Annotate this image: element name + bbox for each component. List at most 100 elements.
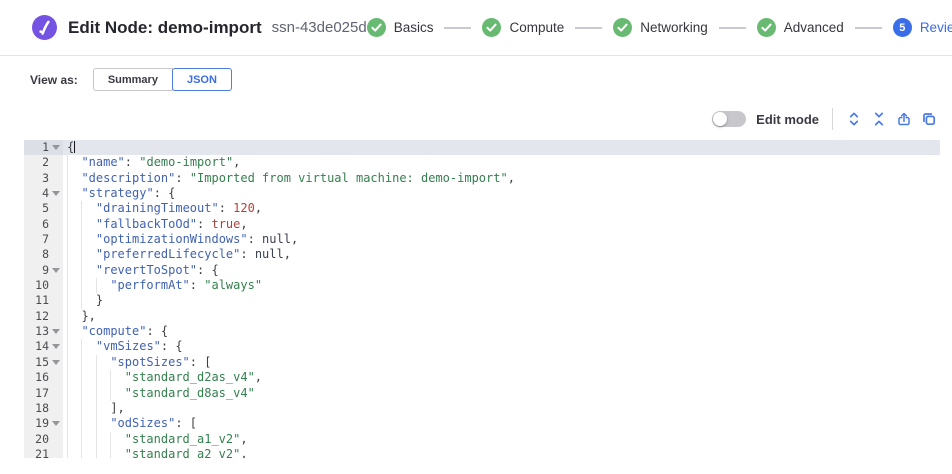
indent-guide (96, 278, 110, 293)
line-number: 9 (24, 263, 63, 278)
indent-guide (67, 247, 81, 262)
check-icon (757, 18, 776, 37)
token-s: "always" (204, 278, 262, 292)
line-number: 1 (24, 140, 63, 155)
code-text[interactable]: "standard_a2_v2", (63, 447, 940, 458)
code-text[interactable]: "performAt": "always" (63, 278, 940, 293)
token-k: "drainingTimeout" (96, 201, 219, 215)
indent-guide (96, 370, 110, 385)
export-icon[interactable] (896, 111, 912, 127)
token-k: "performAt" (110, 278, 189, 292)
line-number: 3 (24, 171, 63, 186)
code-line: 8"preferredLifecycle": null, (24, 247, 940, 262)
collapse-all-icon[interactable] (871, 111, 887, 127)
indent-guide (81, 278, 95, 293)
code-text[interactable]: "fallbackToOd": true, (63, 217, 940, 232)
check-icon (367, 18, 386, 37)
token-k: "spotSizes" (110, 355, 189, 369)
fold-toggle-icon[interactable] (52, 145, 60, 150)
step-networking[interactable]: Networking (613, 18, 708, 37)
spot-logo-icon (32, 15, 57, 40)
indent-guide (81, 201, 95, 216)
token-p: , (255, 201, 262, 215)
text-cursor (74, 141, 75, 153)
fold-toggle-icon[interactable] (52, 329, 60, 334)
line-number: 18 (24, 401, 63, 416)
token-p: : [ (175, 416, 197, 430)
view-as-label: View as: (30, 73, 78, 87)
step-label: Advanced (784, 20, 844, 35)
step-connector (444, 27, 471, 29)
token-p: : (219, 201, 233, 215)
line-number: 11 (24, 293, 63, 308)
code-text[interactable]: "spotSizes": [ (63, 355, 940, 370)
code-text[interactable]: "vmSizes": { (63, 339, 940, 354)
json-code-editor[interactable]: 1{2"name": "demo-import",3"description":… (24, 140, 940, 458)
expand-all-icon[interactable] (846, 111, 862, 127)
indent-guide (67, 401, 81, 416)
indent-guide (81, 247, 95, 262)
code-text[interactable]: "name": "demo-import", (63, 155, 940, 170)
token-p: ], (110, 401, 124, 415)
indent-guide (67, 339, 81, 354)
code-text[interactable]: }, (63, 309, 940, 324)
line-number: 15 (24, 355, 63, 370)
page-header: Edit Node: demo-import ssn-43de025d Basi… (0, 0, 952, 56)
code-text[interactable]: "strategy": { (63, 186, 940, 201)
indent-guide (67, 155, 81, 170)
code-line: 17"standard_d8as_v4" (24, 386, 940, 401)
node-id: ssn-43de025d (272, 19, 367, 36)
code-line: 21"standard_a2_v2", (24, 447, 940, 458)
step-review[interactable]: 5Review (893, 18, 952, 37)
code-text[interactable]: "odSizes": [ (63, 416, 940, 431)
code-line: 16"standard_d2as_v4", (24, 370, 940, 385)
step-compute[interactable]: Compute (482, 18, 564, 37)
code-line: 4"strategy": { (24, 186, 940, 201)
view-as-json-button[interactable]: JSON (172, 68, 232, 91)
code-text[interactable]: { (63, 140, 940, 155)
fold-toggle-icon[interactable] (52, 421, 60, 426)
view-as-summary-button[interactable]: Summary (93, 68, 173, 91)
code-text[interactable]: "compute": { (63, 324, 940, 339)
code-text[interactable]: "standard_d8as_v4" (63, 386, 940, 401)
edit-mode-toggle[interactable] (712, 111, 746, 127)
code-line: 7"optimizationWindows": null, (24, 232, 940, 247)
step-number-badge: 5 (893, 18, 912, 37)
token-p: : (125, 155, 139, 169)
code-text[interactable]: "description": "Imported from virtual ma… (63, 171, 940, 186)
fold-toggle-icon[interactable] (52, 191, 60, 196)
indent-guide (96, 401, 110, 416)
token-p: , (508, 171, 515, 185)
step-connector (855, 27, 882, 29)
toolbar-divider (832, 108, 833, 130)
step-advanced[interactable]: Advanced (757, 18, 844, 37)
code-text[interactable]: "standard_d2as_v4", (63, 370, 940, 385)
token-p: : { (154, 186, 176, 200)
line-number: 5 (24, 201, 63, 216)
fold-toggle-icon[interactable] (52, 360, 60, 365)
code-text[interactable]: "standard_a1_v2", (63, 432, 940, 447)
code-text[interactable]: } (63, 293, 940, 308)
fold-toggle-icon[interactable] (52, 268, 60, 273)
code-text[interactable]: "drainingTimeout": 120, (63, 201, 940, 216)
step-basics[interactable]: Basics (367, 18, 434, 37)
token-p: , (255, 370, 262, 384)
code-text[interactable]: "revertToSpot": { (63, 263, 940, 278)
code-text[interactable]: ], (63, 401, 940, 416)
token-k: "strategy" (81, 186, 153, 200)
token-p: : { (161, 339, 183, 353)
indent-guide (81, 386, 95, 401)
code-line: 11} (24, 293, 940, 308)
indent-guide (67, 232, 81, 247)
code-text[interactable]: "preferredLifecycle": null, (63, 247, 940, 262)
token-p: : (248, 232, 262, 246)
token-s: "demo-import" (139, 155, 233, 169)
token-p: } (96, 293, 103, 307)
indent-guide (67, 201, 81, 216)
view-as-row: View as: SummaryJSON (30, 68, 232, 91)
indent-guide (67, 278, 81, 293)
fold-toggle-icon[interactable] (52, 344, 60, 349)
code-text[interactable]: "optimizationWindows": null, (63, 232, 940, 247)
indent-guide (67, 263, 81, 278)
copy-icon[interactable] (921, 111, 937, 127)
